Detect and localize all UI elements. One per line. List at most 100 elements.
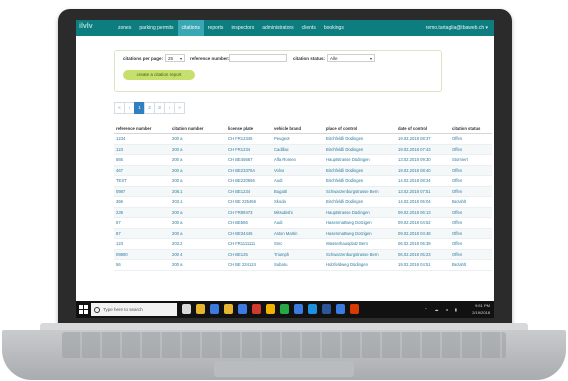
create-citation-button[interactable]: create a citation report <box>123 70 195 80</box>
status-select[interactable]: Alle ▾ <box>327 54 375 62</box>
table-row[interactable]: 09890 200 4 CH BE125 Triumph Schwarzenburgst… <box>114 249 492 260</box>
user-email: remo.tartaglia@tbaweb.ch <box>425 25 485 31</box>
table-row[interactable]: 67 200 a CH BE566 Audi Hasenmattweg Dotzigen… <box>114 217 492 229</box>
table-cell: Birchfeldli Düdingen <box>324 144 396 155</box>
table-cell: CH BE220656 <box>226 175 272 187</box>
table-cell: 200 a <box>170 259 226 271</box>
taskbar-app-icon[interactable] <box>336 304 345 314</box>
table-cell: Offen <box>450 144 492 155</box>
table-cell: 200 4 <box>170 249 226 260</box>
taskbar-app-icon[interactable] <box>266 304 275 314</box>
table-cell: 467 <box>114 165 170 176</box>
nav-item-zones[interactable]: zones <box>114 20 135 36</box>
table-row[interactable]: 239 200 a CH FR89473 Mitsubishi Hauptstrasse… <box>114 207 492 218</box>
table-cell: Subaru <box>272 259 324 271</box>
taskbar-app-icon[interactable] <box>252 304 261 314</box>
table-cell: Offen <box>450 186 492 197</box>
table-cell: Offen <box>450 207 492 218</box>
table-cell: 0987 <box>114 186 170 197</box>
taskbar-clock[interactable]: 9:51 PM 2/19/2018 <box>472 302 490 316</box>
nav-item-parking-permits[interactable]: parking permits <box>135 20 177 36</box>
taskbar-app-icon[interactable] <box>350 304 359 314</box>
user-menu[interactable]: remo.tartaglia@tbaweb.ch ▾ <box>426 20 488 36</box>
column-header[interactable]: place of control <box>324 124 396 134</box>
table-cell: Audi <box>272 217 324 229</box>
taskbar-app-icon[interactable] <box>322 304 331 314</box>
search-icon <box>94 307 100 313</box>
taskbar-app-icon[interactable] <box>280 304 289 314</box>
taskbar-date: 2/19/2018 <box>472 310 490 315</box>
taskbar-app-icon[interactable] <box>308 304 317 314</box>
taskbar-search-placeholder: Type here to search <box>103 307 143 312</box>
table-cell: Hauptstrasse Düdingen <box>324 207 396 218</box>
taskbar-app-icon[interactable] <box>224 304 233 314</box>
table-cell: CH BE125 <box>226 249 272 260</box>
table-cell: 56 <box>114 259 170 271</box>
table-cell: Offen <box>450 175 492 187</box>
table-cell: Hasenmattweg Dotzigen <box>324 228 396 239</box>
table-cell: Offen <box>450 228 492 239</box>
table-cell: 14.02.2018 08:34 <box>396 175 450 187</box>
table-row[interactable]: 87 200 a CH BE34445 Aston Martin Hasenmattwe… <box>114 228 492 239</box>
table-cell: Mitsubishi <box>272 207 324 218</box>
table-cell: 06.02.2018 05:39 <box>396 238 450 250</box>
table-cell: 200 a <box>170 165 226 176</box>
system-tray-icons[interactable]: ⌃ ☁ ◂ ▮ <box>424 307 460 312</box>
table-row[interactable]: 1234 200 a CH FR12345 Peugeot Birchfeldli Dü… <box>114 133 492 145</box>
table-cell: CH BE34445 <box>226 228 272 239</box>
table-cell: 200 a <box>170 133 226 145</box>
table-cell: 565 <box>114 154 170 166</box>
table-cell: Volvo <box>272 165 324 176</box>
taskbar-search-input[interactable]: Type here to search <box>91 303 177 316</box>
nav-item-citations[interactable]: citations <box>177 20 204 36</box>
column-header[interactable]: citation status <box>450 124 492 134</box>
column-header[interactable]: citation number <box>170 124 226 134</box>
column-header[interactable]: vehicle brand <box>272 124 324 134</box>
windows-start-icon[interactable] <box>79 305 88 314</box>
taskbar-app-icon[interactable] <box>196 304 205 314</box>
table-cell: CH FR89473 <box>226 207 272 218</box>
table-cell: Birchfeldli Düdingen <box>324 133 396 145</box>
nav-item-inspectors[interactable]: inspectors <box>227 20 258 36</box>
status-label: citation status: <box>293 56 326 61</box>
table-row[interactable]: 467 200 a CH BE233764 Volvo Birchfeldli Düdi… <box>114 165 492 176</box>
table-cell: Hasenmattweg Dotzigen <box>324 217 396 229</box>
taskbar-time: 9:51 PM <box>475 303 490 308</box>
table-row[interactable]: 123 203.2 CH FR1111111 Smc Wasserhausplatz B… <box>114 238 492 250</box>
table-cell: 123 <box>114 238 170 250</box>
table-row[interactable]: 0987 208.1 CH BE1234 Bugatti Schwarzenburgst… <box>114 186 492 197</box>
pagination: «‹ 1 2 3 ›» <box>114 102 185 114</box>
taskbar-app-icon[interactable] <box>238 304 247 314</box>
table-cell: Birchfeldli Düdingen <box>324 196 396 208</box>
taskbar-app-icon[interactable] <box>182 304 191 314</box>
per-page-select[interactable]: 25 ▾ <box>165 54 185 62</box>
table-cell: Holzfeldweg Düdingen <box>324 259 396 271</box>
table-cell: CH FR1111111 <box>226 238 272 250</box>
table-cell: Bugatti <box>272 186 324 197</box>
table-row[interactable]: 565 200 a CH BE45667 Alfa Romeo Hauptstrasse… <box>114 154 492 166</box>
table-row[interactable]: TEST 200 a CH BE220656 Audi Birchfeldli Düdi… <box>114 175 492 187</box>
table-cell: 19.02.2018 08:40 <box>396 165 450 176</box>
taskbar-app-icon[interactable] <box>294 304 303 314</box>
laptop-screen: ilvlv zones parking permits citations repor… <box>76 20 494 318</box>
nav-item-reports[interactable]: reports <box>204 20 228 36</box>
table-row[interactable]: 366 203.1 CH BE 235456 Skoda Birchfeldli Düd… <box>114 196 492 208</box>
column-header[interactable]: license plate <box>226 124 272 134</box>
nav-item-bookings[interactable]: bookings <box>320 20 348 36</box>
taskbar-app-icon[interactable] <box>210 304 219 314</box>
table-cell: 09.02.2018 04:48 <box>396 228 450 239</box>
nav-item-administrators[interactable]: administrators <box>258 20 297 36</box>
nav-item-clients[interactable]: clients <box>298 20 320 36</box>
table-cell: Schwarzenburgstrasse Bern <box>324 186 396 197</box>
table-cell: CH BE45667 <box>226 154 272 166</box>
column-header[interactable]: reference number <box>114 124 170 134</box>
table-cell: 1234 <box>114 133 170 145</box>
reference-input[interactable] <box>229 54 287 62</box>
nav-menu: zones parking permits citations reports insp… <box>114 20 348 36</box>
page-button[interactable]: » <box>174 102 185 114</box>
column-header[interactable]: date of control <box>396 124 450 134</box>
table-cell: 19.02.2018 04:51 <box>396 259 450 271</box>
app-logo[interactable]: ilvlv <box>79 23 93 30</box>
table-row[interactable]: 123 200 a CH FR1234 Cadillac Birchfeldli Düd… <box>114 144 492 155</box>
table-row[interactable]: 56 200 a CH BE 234124 Subaru Holzfeldweg Düd… <box>114 259 492 271</box>
